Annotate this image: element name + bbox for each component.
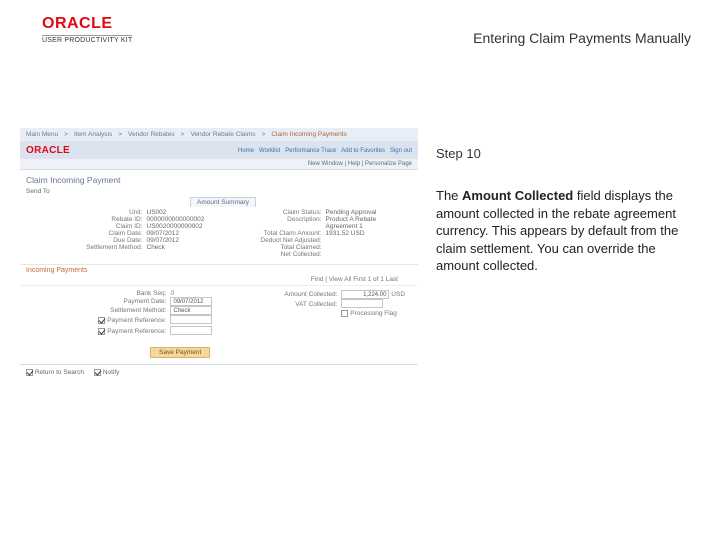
ss-payment-ref-input[interactable] bbox=[170, 315, 212, 324]
ss-save-payment-button[interactable]: Save Payment bbox=[150, 347, 210, 358]
ss-breadcrumb: Main Menu > Item Analysis > Vendor Rebat… bbox=[20, 128, 418, 141]
ss-oracle-logo: ORACLE bbox=[26, 145, 70, 156]
oracle-logo: ORACLE bbox=[42, 15, 132, 33]
ss-inner-tab: Send To bbox=[20, 188, 418, 197]
brand-block: ORACLE USER PRODUCTIVITY KIT bbox=[42, 15, 132, 44]
instruction-panel: Step 10 The Amount Collected field displ… bbox=[436, 128, 700, 380]
product-name: USER PRODUCTIVITY KIT bbox=[42, 35, 132, 44]
checkbox-icon[interactable] bbox=[94, 369, 101, 376]
ss-tab: Vendor Rebates bbox=[128, 131, 175, 138]
page-title: Entering Claim Payments Manually bbox=[473, 30, 691, 46]
ss-brandbar: ORACLE Home Worklist Performance Trace A… bbox=[20, 141, 418, 159]
ss-top-links: Home Worklist Performance Trace Add to F… bbox=[238, 148, 412, 154]
ss-header-fields: Unit:US002 Rebate ID:0000000000000002 Cl… bbox=[20, 207, 418, 264]
ss-footer: Return to Search Notify bbox=[20, 364, 418, 380]
embedded-screenshot: Main Menu > Item Analysis > Vendor Rebat… bbox=[20, 128, 418, 380]
checkbox-icon[interactable] bbox=[26, 369, 33, 376]
ss-payment-date-input[interactable]: 09/07/2012 bbox=[170, 297, 212, 306]
instruction-text: The Amount Collected field displays the … bbox=[436, 187, 700, 275]
step-heading: Step 10 bbox=[436, 146, 700, 161]
checkbox-icon[interactable] bbox=[98, 317, 105, 324]
ss-tab: Main Menu bbox=[26, 131, 58, 138]
ss-grid-nav: Find | View All First 1 of 1 Last bbox=[20, 276, 418, 286]
checkbox-icon[interactable] bbox=[98, 328, 105, 335]
ss-amount-summary-header: Amount Summary bbox=[190, 197, 256, 207]
ss-vat-collected-input[interactable] bbox=[341, 299, 383, 308]
ss-tab: Vendor Rebate Claims bbox=[190, 131, 255, 138]
ss-section-title: Claim Incoming Payment bbox=[20, 170, 418, 188]
ss-settlement-method-input[interactable]: Check bbox=[170, 306, 212, 315]
ss-amount-collected-input[interactable]: 1,224.00 bbox=[341, 290, 389, 299]
ss-tab: Item Analysis bbox=[74, 131, 112, 138]
ss-processing-flag-checkbox[interactable] bbox=[341, 310, 348, 317]
ss-tab-current: Claim Incoming Payments bbox=[271, 131, 347, 138]
ss-underbar: New Window | Help | Personalize Page bbox=[20, 159, 418, 170]
ss-payment-form: Bank Seq:0 Payment Date:09/07/2012 Settl… bbox=[20, 286, 418, 343]
ss-incoming-payments-header: Incoming Payments bbox=[20, 264, 418, 276]
ss-payment-ref2-input[interactable] bbox=[170, 326, 212, 335]
